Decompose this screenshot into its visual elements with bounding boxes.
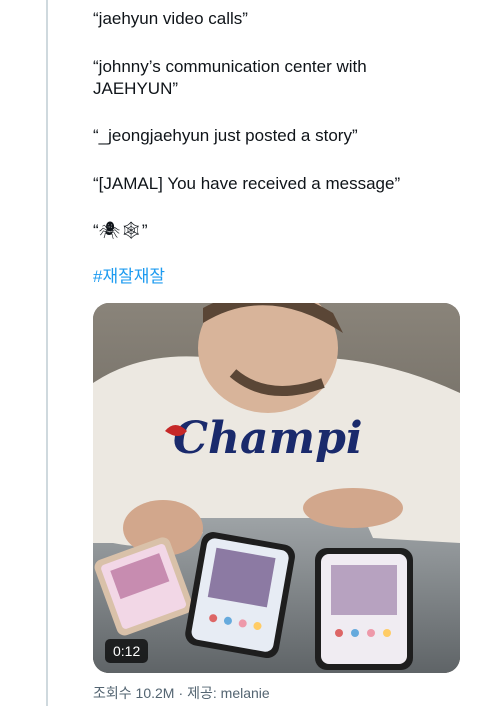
tweet-line-3: “_jeongjaehyun just posted a story”	[93, 126, 358, 145]
view-count: 조회수 10.2M	[93, 685, 175, 701]
video-duration-badge: 0:12	[105, 639, 149, 663]
shirt-logo-text: Champi	[173, 413, 363, 464]
tweet-line-2: “johnny’s communication center with JAEH…	[93, 57, 372, 98]
meta-separator: ·	[178, 685, 184, 701]
tweet-line-4: “[JAMAL] You have received a message”	[93, 174, 401, 193]
video-frame: Champi	[93, 303, 460, 673]
hashtag-link[interactable]: #재잘재잘	[93, 266, 165, 288]
tweet-line-1: “jaehyun video calls”	[93, 9, 248, 28]
video-player[interactable]: Champi 0:12	[93, 303, 460, 673]
credit-label[interactable]: 제공: melanie	[187, 685, 270, 701]
thread-line	[46, 0, 48, 706]
tweet-meta: 조회수 10.2M · 제공: melanie	[93, 684, 270, 702]
tweet-line-5-emoji: “🕷🕸”	[93, 221, 148, 240]
